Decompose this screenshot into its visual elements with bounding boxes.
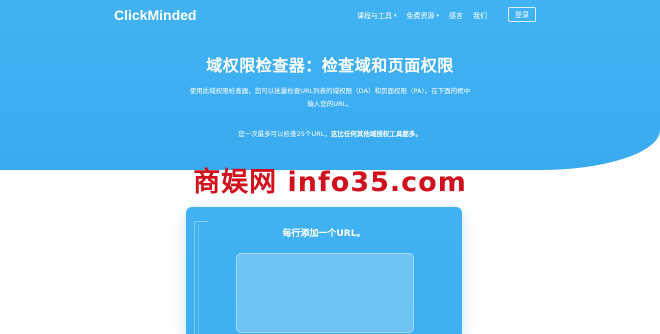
hero-description: 使用此域权限检查器，您可以批量检查URL列表的域权限（DA）和页面权限（PA）。… bbox=[189, 87, 471, 108]
nav-item-about[interactable]: 我们 bbox=[473, 11, 487, 21]
nav-item-courses-tools[interactable]: 课程与工具 ▾ bbox=[357, 11, 397, 21]
hero-limit-note: 您一次最多可以检查25个URL，这比任何其他域授权工具都多。 bbox=[0, 128, 660, 138]
nav-links: 课程与工具 ▾ 免费资源 ▾ 感言 我们 bbox=[357, 11, 487, 21]
nav-item-label: 免费资源 bbox=[406, 12, 435, 20]
card-decoration bbox=[198, 225, 208, 334]
nav-item-free-resources[interactable]: 免费资源 ▾ bbox=[407, 11, 440, 21]
page-title: 域权限检查器：检查域和页面权限 bbox=[206, 56, 454, 75]
url-input-card: 每行添加一个URL。 bbox=[186, 207, 462, 334]
nav-item-label: 课程与工具 bbox=[357, 12, 392, 20]
nav-item-label: 我们 bbox=[473, 12, 488, 20]
login-button[interactable]: 登录 bbox=[508, 7, 536, 22]
nav-item-testimonials[interactable]: 感言 bbox=[449, 11, 463, 21]
limit-text: 您一次最多可以检查25个URL， bbox=[238, 130, 331, 138]
site-logo[interactable]: ClickMinded bbox=[114, 7, 196, 23]
watermark: 商娱网 info35.com bbox=[193, 167, 467, 198]
card-title: 每行添加一个URL。 bbox=[282, 229, 366, 239]
limit-bold-text: 这比任何其他域授权工具都多。 bbox=[330, 130, 422, 138]
chevron-down-icon: ▾ bbox=[394, 13, 397, 19]
url-list-input[interactable] bbox=[236, 253, 414, 333]
hero-banner: ClickMinded 课程与工具 ▾ 免费资源 ▾ 感言 我们 登录 域权限检… bbox=[0, 0, 660, 170]
top-nav: ClickMinded 课程与工具 ▾ 免费资源 ▾ 感言 我们 登录 bbox=[0, 0, 660, 32]
nav-item-label: 感言 bbox=[449, 12, 464, 20]
chevron-down-icon: ▾ bbox=[436, 13, 440, 19]
